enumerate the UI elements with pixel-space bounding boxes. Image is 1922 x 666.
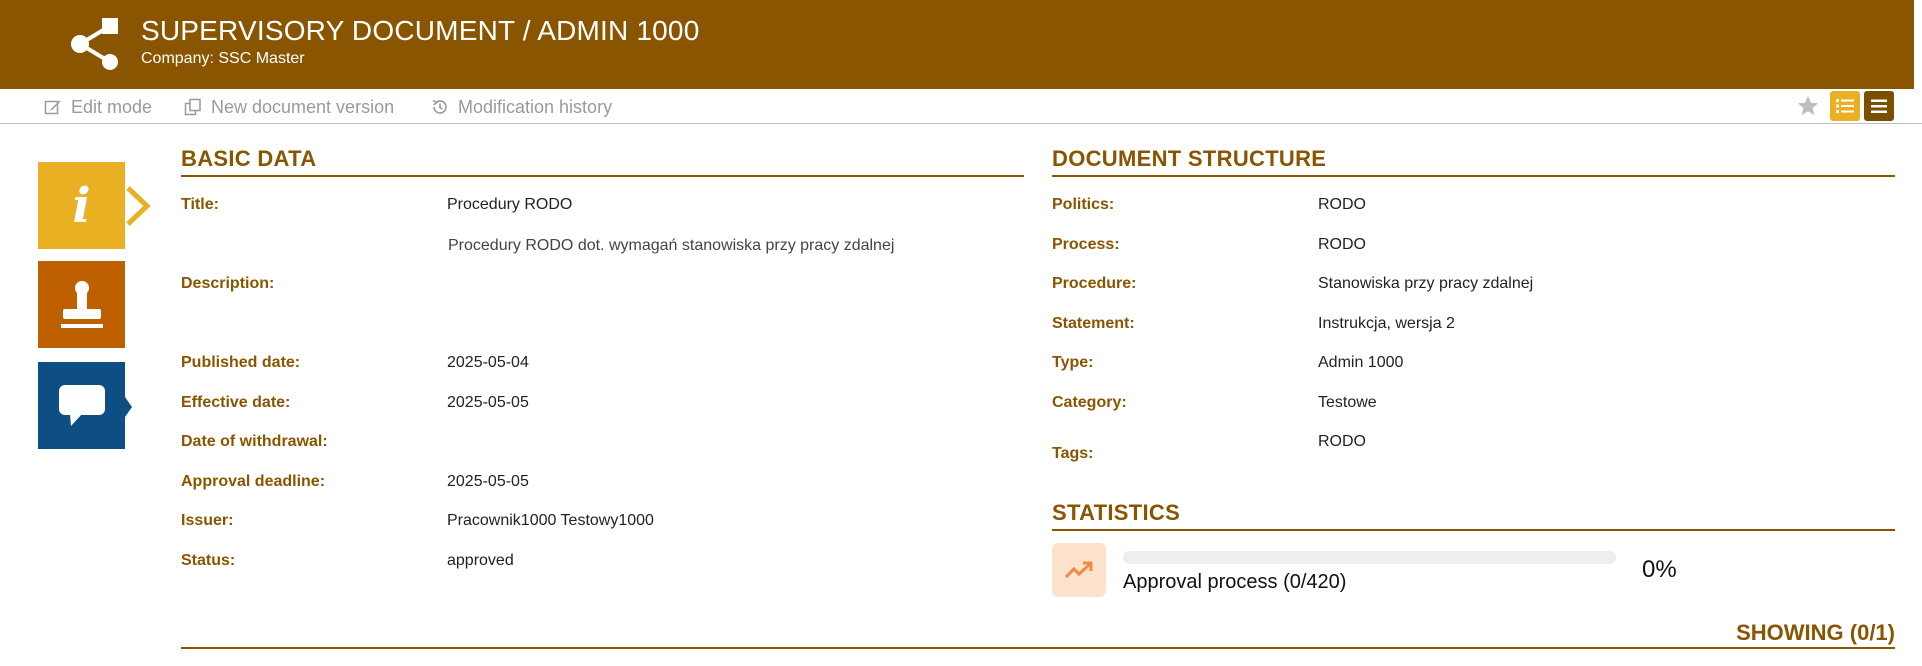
info-icon: i [72,177,91,234]
app-header: SUPERVISORY DOCUMENT / ADMIN 1000 Compan… [0,0,1922,89]
type-label: Type: [1052,354,1094,371]
new-version-button[interactable]: New document version [184,96,394,118]
list-view-icon[interactable] [1830,91,1860,121]
star-icon[interactable] [1794,92,1822,120]
published-date-label: Published date: [181,354,301,371]
approval-deadline-label: Approval deadline: [181,473,326,490]
tags-label: Tags: [1052,445,1094,462]
title-value: Procedury RODO [447,196,573,213]
status-value: approved [447,552,514,569]
type-value: Admin 1000 [1318,354,1404,371]
status-label: Status: [181,552,236,569]
page-title: SUPERVISORY DOCUMENT / ADMIN 1000 [141,15,700,46]
politics-value: RODO [1318,196,1366,213]
process-value: RODO [1318,236,1366,253]
history-icon [432,99,447,114]
statement-label: Statement: [1052,315,1135,332]
toolbar: Edit mode New document version Modificat… [0,89,1922,124]
basic-data-heading: BASIC DATA [181,146,317,171]
scrollbar[interactable] [1914,0,1922,89]
category-label: Category: [1052,394,1127,411]
procedure-label: Procedure: [1052,275,1137,292]
stamp-icon [60,280,103,328]
view-controls [1794,91,1894,121]
approval-process-label: Approval process (0/420) [1123,571,1347,593]
title-label: Title: [181,196,219,213]
trending-up-icon [1052,543,1106,597]
tags-value: RODO [1318,433,1366,450]
statistics-divider [1052,529,1895,531]
approval-progress-bar [1123,551,1616,564]
effective-date-label: Effective date: [181,394,291,411]
description-label: Description: [181,275,275,292]
effective-date-value: 2025-05-05 [447,394,529,411]
tab-comments[interactable] [38,362,125,449]
withdrawal-date-label: Date of withdrawal: [181,433,328,450]
basic-data-divider [181,175,1024,177]
category-value: Testowe [1318,394,1377,411]
history-label: Modification history [458,96,613,117]
share-icon [68,16,124,72]
description-value: Procedury RODO dot. wymagań stanowiska p… [448,237,895,254]
statement-value: Instrukcja, wersja 2 [1318,315,1455,332]
structure-divider [1052,175,1895,177]
issuer-value: Pracownik1000 Testowy1000 [447,512,654,529]
politics-label: Politics: [1052,196,1115,213]
edit-mode-label: Edit mode [71,96,153,117]
statistics-heading: STATISTICS [1052,500,1181,525]
approval-percent: 0% [1642,556,1677,583]
modification-history-button[interactable]: Modification history [431,96,612,118]
showing-count: SHOWING (0/1) [1736,620,1895,645]
copy-icon [184,98,201,116]
procedure-value: Stanowiska przy pracy zdalnej [1318,275,1534,292]
tab-notch [125,397,132,417]
edit-icon [44,100,61,115]
company-subtitle: Company: SSC Master [141,50,305,67]
tab-approval[interactable] [38,261,125,348]
new-version-label: New document version [211,96,395,117]
process-label: Process: [1052,236,1120,253]
edit-mode-button[interactable]: Edit mode [44,96,152,118]
bottom-divider [181,647,1895,649]
issuer-label: Issuer: [181,512,234,529]
menu-icon[interactable] [1864,91,1894,121]
approval-deadline-value: 2025-05-05 [447,473,529,490]
comment-icon [58,384,105,426]
tab-info[interactable]: i [38,162,125,249]
active-tab-arrow-icon [126,186,151,226]
published-date-value: 2025-05-04 [447,354,529,371]
document-structure-heading: DOCUMENT STRUCTURE [1052,146,1327,171]
